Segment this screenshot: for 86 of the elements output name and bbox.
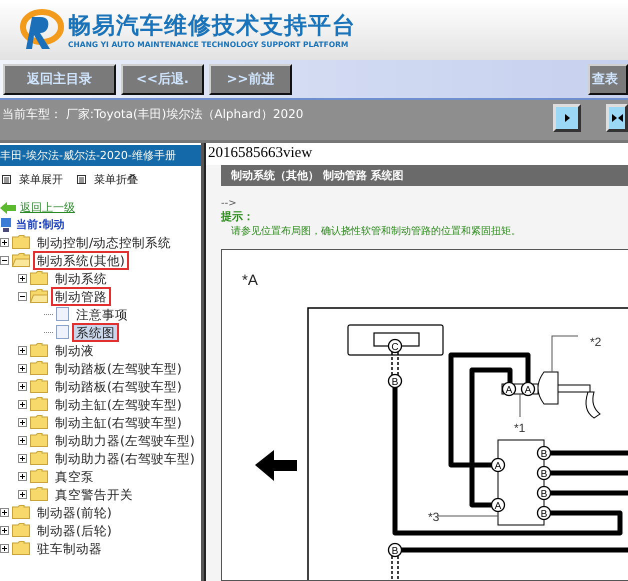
expander-icon[interactable] (18, 490, 27, 498)
folder-icon (30, 361, 48, 375)
expander-icon[interactable] (18, 292, 27, 300)
tree-item[interactable]: 真空警告开关 (51, 484, 137, 504)
page-icon (56, 325, 69, 339)
expander-icon[interactable] (18, 400, 27, 408)
expander-icon[interactable] (0, 508, 9, 516)
expand-all-link[interactable]: 菜单展开 (19, 172, 63, 187)
tree-item[interactable]: 制动助力器(左驾驶车型) (51, 430, 199, 450)
computer-icon (0, 218, 12, 232)
connector-letter: B (540, 469, 548, 480)
folder-icon (12, 235, 30, 249)
tree-item[interactable]: 制动管路 (51, 286, 111, 306)
vehicle-label: 当前车型： 厂家:Toyota(丰田)埃尔法（Alphard）2020 (2, 106, 304, 123)
page-icon (56, 307, 69, 321)
folder-icon (30, 289, 48, 303)
tree-item[interactable]: 系统图 (72, 322, 119, 342)
hint-text: 请参见位置布局图，确认挠性软管和制动管路的位置和紧固扭矩。 (230, 224, 522, 238)
expander-icon[interactable] (18, 382, 27, 390)
tree-item[interactable]: 制动踏板(左驾驶车型) (51, 358, 186, 378)
manual-title: 丰田-埃尔法-威尔法-2020-维修手册 (0, 145, 201, 166)
folder-icon (12, 523, 30, 537)
expander-icon[interactable] (18, 274, 27, 282)
tree-item[interactable]: 制动液 (51, 340, 98, 360)
connector-letter: B (540, 449, 548, 460)
tree-item[interactable]: 制动助力器(右驾驶车型) (51, 448, 199, 468)
expander-icon[interactable] (18, 436, 27, 444)
folder-icon (30, 451, 48, 465)
current-section: 当前:制动 (16, 217, 64, 232)
diagram-label: *A (242, 272, 258, 289)
tree-item[interactable]: 制动器(后轮) (33, 520, 116, 540)
tree-item[interactable]: 制动系统(其他) (33, 250, 129, 270)
tree-item[interactable]: 制动系统 (51, 268, 111, 288)
tree-item[interactable]: 真空泵 (51, 466, 98, 486)
folder-icon (12, 541, 30, 555)
expander-icon[interactable] (18, 472, 27, 480)
callout-label: *1 (514, 421, 526, 435)
folder-icon (12, 253, 30, 267)
connector-letter: B (392, 546, 398, 557)
callout-label: *3 (428, 510, 440, 524)
folder-icon (30, 379, 48, 393)
expander-icon[interactable] (18, 418, 27, 426)
folder-icon (30, 397, 48, 411)
breadcrumb-bar: 制动系统（其他） 制动管路 系统图 (221, 165, 628, 186)
tree-item[interactable]: 制动主缸(右驾驶车型) (51, 412, 186, 432)
expander-icon[interactable] (18, 346, 27, 354)
platform-title: 畅易汽车维修技术支持平台 (68, 12, 356, 40)
expander-icon[interactable] (18, 364, 27, 372)
tree-item[interactable]: 制动器(前轮) (33, 502, 116, 522)
comment-text: --> (221, 198, 238, 209)
connector-letter: A (494, 461, 502, 472)
callout-label: *2 (590, 335, 602, 349)
split-panel-button[interactable] (606, 104, 628, 132)
collapse-all-link[interactable]: 菜单折叠 (94, 172, 138, 187)
expander-icon[interactable] (0, 526, 9, 534)
list-icon (77, 175, 86, 184)
folder-icon (12, 505, 30, 519)
connector-letter: B (540, 489, 548, 500)
connector-letter: A (506, 385, 512, 396)
direction-arrow-icon (255, 450, 297, 481)
tree-item[interactable]: 制动主缸(左驾驶车型) (51, 394, 186, 414)
connector-letter: C (391, 342, 399, 353)
folder-icon (30, 415, 48, 429)
expander-icon[interactable] (0, 238, 9, 246)
tree-item[interactable]: 制动控制/动态控制系统 (33, 232, 176, 252)
folder-icon (30, 271, 48, 285)
tree-item[interactable]: 驻车制动器 (33, 538, 106, 558)
document-id: 2016585663view (204, 143, 628, 165)
connector-letter: A (494, 501, 502, 512)
back-link[interactable]: 返回上一级 (20, 200, 75, 215)
folder-icon (30, 487, 48, 501)
tree-item[interactable]: 制动踏板(右驾驶车型) (51, 376, 186, 396)
connector-letter: A (524, 385, 532, 396)
connector-letter: B (540, 509, 548, 520)
folder-icon (30, 343, 48, 357)
expander-icon[interactable] (18, 454, 27, 462)
expander-icon[interactable] (0, 256, 9, 264)
logo-icon (18, 9, 64, 51)
expander-icon[interactable] (0, 544, 9, 552)
back-arrow-icon (0, 202, 16, 214)
folder-icon (30, 469, 48, 483)
tree-item[interactable]: 注意事项 (72, 304, 132, 324)
folder-icon (30, 433, 48, 447)
collapse-panel-button[interactable] (553, 104, 581, 132)
connector-letter: B (392, 377, 398, 388)
hint-title: 提示： (221, 209, 255, 224)
